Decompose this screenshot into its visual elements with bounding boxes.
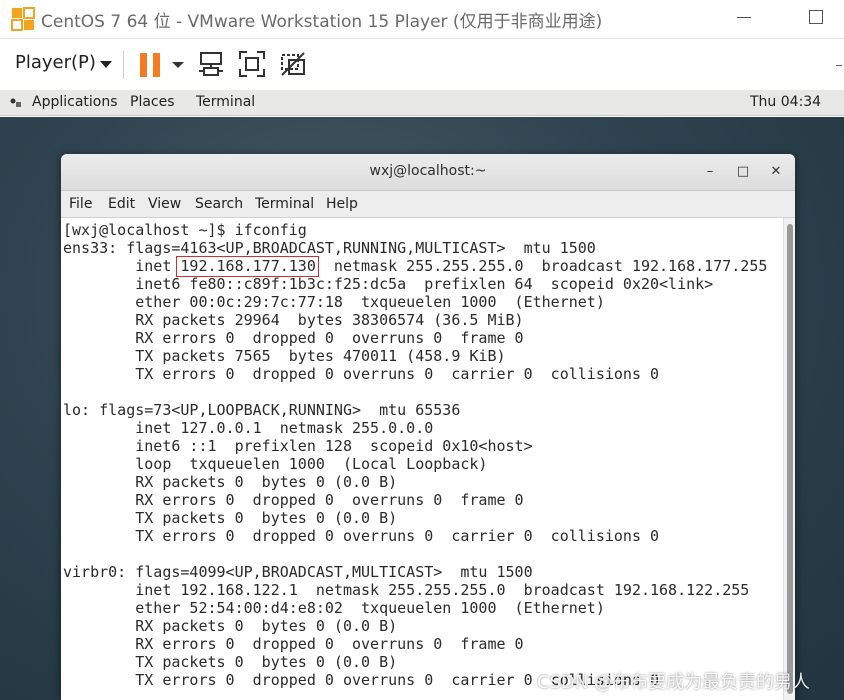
terminal-title: wxj@localhost:~ xyxy=(369,163,487,179)
terminal-line: ens33: flags=4163<UP,BROADCAST,RUNNING,M… xyxy=(63,239,596,257)
terminal-line: RX errors 0 dropped 0 overruns 0 frame 0 xyxy=(63,329,524,347)
terminal-line: RX errors 0 dropped 0 overruns 0 frame 0 xyxy=(63,491,524,509)
chevron-down-icon[interactable] xyxy=(100,61,112,68)
applications-menu[interactable]: Applications xyxy=(32,94,118,110)
terminal-line: loop txqueuelen 1000 (Local Loopback) xyxy=(63,455,488,473)
terminal-menubar: File Edit View Search Terminal Help xyxy=(61,191,795,218)
terminal-title-bar[interactable]: wxj@localhost:~ – □ ✕ xyxy=(61,154,795,191)
terminal-line: RX packets 29964 bytes 38306574 (36.5 Mi… xyxy=(63,311,524,329)
unity-icon[interactable] xyxy=(279,50,307,78)
gnome-top-bar: Applications Places Terminal Thu 04:34 xyxy=(0,90,844,116)
menu-view[interactable]: View xyxy=(148,196,181,212)
terminal-line: [wxj@localhost ~]$ ifconfig xyxy=(63,221,307,239)
scrollbar-thumb[interactable] xyxy=(787,224,793,694)
terminal-line: inet 192.168.177.130 netmask 255.255.255… xyxy=(63,257,768,275)
terminal-line: TX errors 0 dropped 0 overruns 0 carrier… xyxy=(63,365,660,383)
terminal-close-icon[interactable]: ✕ xyxy=(767,163,785,181)
maximize-button[interactable] xyxy=(809,10,823,24)
menu-edit[interactable]: Edit xyxy=(108,196,135,212)
terminal-line: TX errors 0 dropped 0 overruns 0 carrier… xyxy=(63,527,660,545)
pause-dropdown-icon[interactable] xyxy=(172,62,184,68)
pause-icon[interactable] xyxy=(140,53,162,77)
watermark: CSDN @布布要成为最负责的男人 xyxy=(537,672,811,693)
menu-file[interactable]: File xyxy=(69,196,92,212)
window-title: CentOS 7 64 位 - VMware Workstation 15 Pl… xyxy=(41,12,603,32)
terminal-line: inet 127.0.0.1 netmask 255.0.0.0 xyxy=(63,419,434,437)
vmware-title-bar: CentOS 7 64 位 - VMware Workstation 15 Pl… xyxy=(0,0,844,36)
player-toolbar: Player(P) xyxy=(0,38,844,90)
terminal-output[interactable]: [wxj@localhost ~]$ ifconfig ens33: flags=… xyxy=(61,218,783,700)
terminal-line: RX errors 0 dropped 0 overruns 0 frame 0 xyxy=(63,635,524,653)
clock[interactable]: Thu 04:34 xyxy=(750,94,821,110)
player-menu-button[interactable]: Player(P) xyxy=(15,52,96,73)
terminal-line: inet 192.168.122.1 netmask 255.255.255.0… xyxy=(63,581,750,599)
terminal-line: ether 52:54:00:d4:e8:02 txqueuelen 1000 … xyxy=(63,599,605,617)
menu-search[interactable]: Search xyxy=(195,196,243,212)
toolbar-overflow xyxy=(836,65,842,66)
terminal-line: inet6 fe80::c89f:1b3c:f25:dc5a prefixlen… xyxy=(63,275,714,293)
terminal-line: inet6 ::1 prefixlen 128 scopeid 0x10<hos… xyxy=(63,437,533,455)
toolbar-divider xyxy=(123,51,124,79)
places-menu[interactable]: Places xyxy=(130,94,175,110)
terminal-line: TX packets 0 bytes 0 (0.0 B) xyxy=(63,653,398,671)
terminal-line: virbr0: flags=4099<UP,BROADCAST,MULTICAS… xyxy=(63,563,533,581)
terminal-maximize-icon[interactable]: □ xyxy=(734,163,752,181)
terminal-scrollbar[interactable] xyxy=(783,218,795,700)
terminal-line: TX packets 0 bytes 0 (0.0 B) xyxy=(63,509,398,527)
vmware-logo-icon xyxy=(11,7,35,31)
applications-icon xyxy=(10,98,21,107)
minimize-button[interactable] xyxy=(737,17,751,18)
menu-help[interactable]: Help xyxy=(326,196,358,212)
terminal-line: RX packets 0 bytes 0 (0.0 B) xyxy=(63,473,398,491)
send-ctrl-alt-del-icon[interactable] xyxy=(197,50,225,78)
terminal-line: TX packets 7565 bytes 470011 (458.9 KiB) xyxy=(63,347,506,365)
terminal-line: ether 00:0c:29:7c:77:18 txqueuelen 1000 … xyxy=(63,293,605,311)
terminal-window: wxj@localhost:~ – □ ✕ File Edit View Sea… xyxy=(61,154,795,700)
terminal-app-menu[interactable]: Terminal xyxy=(196,94,255,110)
terminal-minimize-icon[interactable]: – xyxy=(701,163,719,181)
fullscreen-icon[interactable] xyxy=(238,50,266,78)
terminal-line: RX packets 0 bytes 0 (0.0 B) xyxy=(63,617,398,635)
menu-terminal[interactable]: Terminal xyxy=(255,196,314,212)
terminal-line: lo: flags=73<UP,LOOPBACK,RUNNING> mtu 65… xyxy=(63,401,461,419)
